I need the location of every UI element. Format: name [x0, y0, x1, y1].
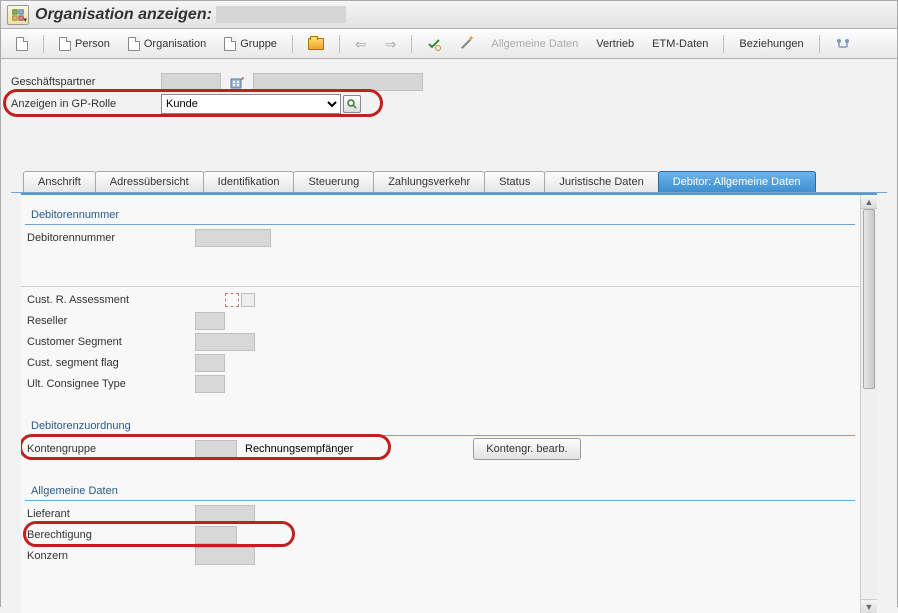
- scroll-thumb[interactable]: [863, 209, 875, 389]
- tab-steuerung[interactable]: Steuerung: [293, 171, 374, 192]
- vertrieb-button[interactable]: Vertrieb: [589, 33, 641, 55]
- allgemeine-daten-label: Allgemeine Daten: [491, 38, 578, 50]
- segment-label: Customer Segment: [25, 336, 195, 348]
- forward-button[interactable]: ⇒: [378, 33, 404, 55]
- tab-anschrift[interactable]: Anschrift: [23, 171, 96, 192]
- document-icon: [224, 37, 236, 51]
- person-button[interactable]: Person: [52, 33, 117, 55]
- segflag-input: [195, 354, 225, 372]
- scroll-up-icon[interactable]: ▲: [861, 195, 877, 209]
- berechtigung-input: [195, 526, 237, 544]
- gruppe-button[interactable]: Gruppe: [217, 33, 284, 55]
- bp-number-field: [161, 73, 221, 91]
- consignee-input: [195, 375, 225, 393]
- back-button[interactable]: ⇐: [348, 33, 374, 55]
- konzern-label: Konzern: [25, 550, 195, 562]
- cust-r-label: Cust. R. Assessment: [25, 294, 195, 306]
- etm-data-label: ETM-Daten: [652, 38, 708, 50]
- kontengruppe-bearb-button[interactable]: Kontengr. bearb.: [473, 438, 580, 460]
- bp-label: Geschäftspartner: [11, 76, 161, 88]
- person-label: Person: [75, 38, 110, 50]
- arrow-right-icon: ⇒: [385, 37, 397, 51]
- kontengruppe-input: [195, 440, 237, 458]
- scrollbar[interactable]: ▲ ▼: [860, 195, 877, 613]
- building-icon: [229, 75, 245, 89]
- document-icon: [16, 37, 28, 51]
- beziehungen-button[interactable]: Beziehungen: [732, 33, 810, 55]
- lieferant-label: Lieferant: [25, 508, 195, 520]
- menu-icon[interactable]: ▾: [7, 5, 29, 25]
- role-label: Anzeigen in GP-Rolle: [11, 98, 161, 110]
- scroll-down-icon[interactable]: ▼: [861, 599, 877, 613]
- section-debitorennummer: Debitorennummer: [25, 205, 855, 225]
- arrow-left-icon: ⇐: [355, 37, 367, 51]
- tab-status[interactable]: Status: [484, 171, 545, 192]
- lieferant-input: [195, 505, 255, 523]
- consignee-label: Ult. Consignee Type: [25, 378, 195, 390]
- check-button[interactable]: [420, 33, 448, 55]
- debitorennummer-label: Debitorennummer: [25, 232, 195, 244]
- new-doc-button[interactable]: [9, 33, 35, 55]
- organisation-button[interactable]: Organisation: [121, 33, 213, 55]
- beziehungen-label: Beziehungen: [739, 38, 803, 50]
- vertrieb-label: Vertrieb: [596, 38, 634, 50]
- tab-identifikation[interactable]: Identifikation: [203, 171, 295, 192]
- search-help-button[interactable]: [343, 95, 361, 113]
- folder-icon: [308, 38, 324, 50]
- segflag-label: Cust. segment flag: [25, 357, 195, 369]
- reseller-input: [195, 312, 225, 330]
- tab-adressuebersicht[interactable]: Adressübersicht: [95, 171, 204, 192]
- konzern-input: [195, 547, 255, 565]
- gruppe-label: Gruppe: [240, 38, 277, 50]
- debitorennummer-input: [195, 229, 271, 247]
- wand-icon: [459, 37, 473, 51]
- kontengruppe-text: Rechnungsempfänger: [245, 443, 353, 455]
- document-icon: [59, 37, 71, 51]
- etm-daten-button[interactable]: ETM-Daten: [645, 33, 715, 55]
- reseller-label: Reseller: [25, 315, 195, 327]
- open-button[interactable]: [301, 33, 331, 55]
- wand-button[interactable]: [452, 33, 480, 55]
- title-value-placeholder: [216, 6, 346, 23]
- assessment-icon[interactable]: [225, 293, 239, 307]
- bp-name-field: [253, 73, 423, 91]
- toolbar: Person Organisation Gruppe ⇐ ⇒ Allgemein…: [1, 29, 897, 59]
- titlebar: ▾ Organisation anzeigen:: [1, 1, 897, 29]
- segment-input: [195, 333, 255, 351]
- section-zuordnung: Debitorenzuordnung: [25, 416, 855, 436]
- page-title: Organisation anzeigen:: [35, 6, 212, 24]
- kontengruppe-label: Kontengruppe: [25, 443, 195, 455]
- tab-juristische[interactable]: Juristische Daten: [544, 171, 658, 192]
- berechtigung-label: Berechtigung: [25, 529, 195, 541]
- tabstrip: Anschrift Adressübersicht Identifikation…: [11, 171, 887, 193]
- assessment-icon-2[interactable]: [241, 293, 255, 307]
- tab-zahlungsverkehr[interactable]: Zahlungsverkehr: [373, 171, 485, 192]
- tab-content: Debitorennummer Debitorennummer Cust. R.…: [21, 193, 877, 613]
- allgemeine-daten-button[interactable]: Allgemeine Daten: [484, 33, 585, 55]
- relationship-icon-button[interactable]: [828, 33, 858, 55]
- document-icon: [128, 37, 140, 51]
- tab-debitor-allgemeine[interactable]: Debitor: Allgemeine Daten: [658, 171, 816, 192]
- organisation-label: Organisation: [144, 38, 206, 50]
- role-select[interactable]: Kunde: [161, 94, 341, 114]
- bp-row: Geschäftspartner: [11, 71, 887, 93]
- role-row: Anzeigen in GP-Rolle Kunde: [11, 93, 887, 115]
- section-allgemein: Allgemeine Daten: [25, 481, 855, 501]
